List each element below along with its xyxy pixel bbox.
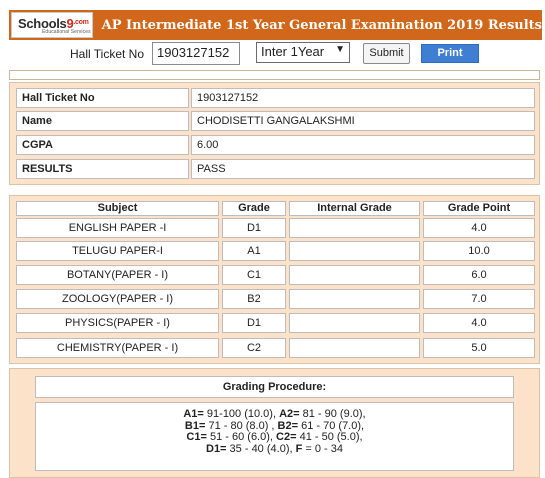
hall-ticket-input[interactable]: 1903127152 (152, 42, 240, 65)
page-title: AP Intermediate 1st Year General Examina… (101, 17, 542, 33)
subject-cell: BOTANY(PAPER - I) (16, 265, 219, 285)
year-select-value: Inter 1Year (261, 44, 325, 59)
site-logo[interactable]: Schools9.com Educational Services (11, 12, 93, 38)
subject-cell: TELUGU PAPER-I (16, 241, 219, 261)
info-key: CGPA (16, 135, 189, 155)
grade-cell: A1 (222, 241, 286, 261)
year-select[interactable]: Inter 1Year ▼ (256, 42, 350, 63)
grade-cell: D1 (222, 313, 286, 333)
student-info-panel: Hall Ticket No 1903127152 Name CHODISETT… (9, 82, 540, 185)
column-header: Subject (16, 201, 219, 216)
subject-cell: ENGLISH PAPER -I (16, 218, 219, 238)
grade-cell: B2 (222, 289, 286, 309)
divider-bar (9, 70, 540, 80)
internal-grade-cell (289, 338, 420, 358)
info-key: Hall Ticket No (16, 88, 189, 108)
procedure-line: D1= 35 - 40 (4.0), F = 0 - 34 (206, 442, 343, 455)
column-header: Internal Grade (289, 201, 420, 216)
grade-cell: D1 (222, 218, 286, 238)
column-header: Grade (222, 201, 286, 216)
dropdown-arrow-icon: ▼ (335, 44, 345, 55)
grade-point-cell: 6.0 (423, 265, 535, 285)
grading-procedure-title: Grading Procedure: (35, 376, 514, 398)
subject-cell: ZOOLOGY(PAPER - I) (16, 289, 219, 309)
grade-point-cell: 5.0 (423, 338, 535, 358)
grade-point-cell: 7.0 (423, 289, 535, 309)
info-key: Name (16, 111, 189, 131)
internal-grade-cell (289, 313, 420, 333)
info-value: PASS (191, 159, 535, 179)
header-bar: Schools9.com Educational Services AP Int… (9, 10, 542, 40)
info-value: CHODISETTI GANGALAKSHMI (191, 111, 535, 131)
info-key: RESULTS (16, 159, 189, 179)
internal-grade-cell (289, 265, 420, 285)
info-value: 6.00 (191, 135, 535, 155)
grades-table: Subject Grade Internal Grade Grade Point… (9, 195, 540, 364)
internal-grade-cell (289, 241, 420, 261)
grading-procedure-body: A1= 91-100 (10.0), A2= 81 - 90 (9.0), B1… (35, 402, 514, 471)
submit-button[interactable]: Submit (363, 43, 410, 64)
grade-point-cell: 4.0 (423, 313, 535, 333)
grade-point-cell: 10.0 (423, 241, 535, 261)
hall-ticket-label: Hall Ticket No (70, 47, 145, 61)
internal-grade-cell (289, 218, 420, 238)
grade-point-cell: 4.0 (423, 218, 535, 238)
subject-cell: PHYSICS(PAPER - I) (16, 313, 219, 333)
print-button[interactable]: Print (421, 44, 479, 63)
grade-cell: C1 (222, 265, 286, 285)
logo-tagline: Educational Services (42, 29, 91, 35)
subject-cell: CHEMISTRY(PAPER - I) (16, 338, 219, 358)
search-form: Hall Ticket No 1903127152 Inter 1Year ▼ … (0, 42, 545, 66)
column-header: Grade Point (423, 201, 535, 216)
info-value: 1903127152 (191, 88, 535, 108)
grading-procedure-panel: Grading Procedure: A1= 91-100 (10.0), A2… (9, 368, 540, 478)
internal-grade-cell (289, 289, 420, 309)
grade-cell: C2 (222, 338, 286, 358)
